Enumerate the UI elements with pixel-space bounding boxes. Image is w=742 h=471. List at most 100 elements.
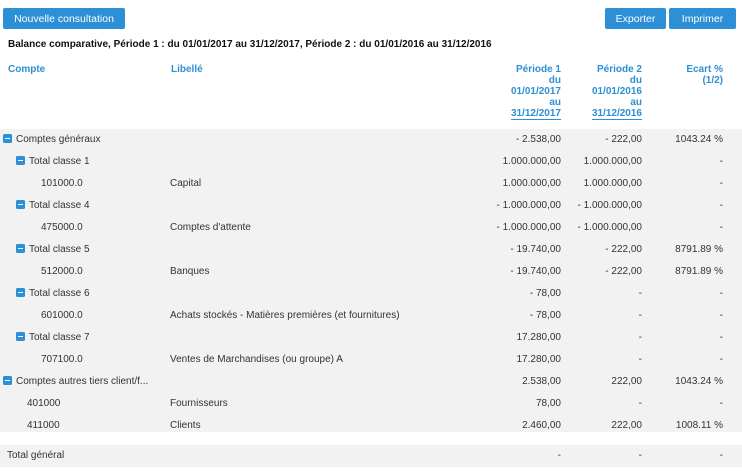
table-row: 101000.0 Capital 1.000.000,00 1.000.000,… [0, 173, 742, 195]
libelle-cell: Capital [170, 178, 202, 189]
column-header-libelle[interactable]: Libellé [171, 64, 203, 75]
header-p1-line: du [548, 75, 561, 86]
grand-total-label: Total général [7, 450, 65, 461]
column-header-compte[interactable]: Compte [8, 64, 45, 75]
balance-table: Comptes généraux - 2.538,00 - 222,00 104… [0, 129, 742, 432]
periode-2-cell: - 1.000.000,00 [577, 222, 643, 233]
compte-cell: Total classe 7 [0, 327, 165, 349]
header-p1-line: Période 1 [515, 64, 561, 75]
table-row: Total classe 1 1.000.000,00 1.000.000,00… [0, 151, 742, 173]
libelle-cell [170, 327, 490, 349]
ecart-cell: 1043.24 % [675, 376, 723, 387]
export-button[interactable]: Exporter [605, 8, 666, 29]
table-row: 401000 Fournisseurs 78,00 - - [0, 393, 742, 415]
ecart-cell: 8791.89 % [675, 266, 723, 277]
periode-1-cell: - 1.000.000,00 [496, 222, 562, 233]
periode-2-cell: - [638, 332, 642, 343]
periode-2-cell: - [638, 310, 642, 321]
compte-label: Total classe 4 [29, 200, 90, 211]
libelle-cell [170, 239, 490, 261]
header-p2-line: 31/12/2016 [570, 108, 642, 120]
periode-1-cell: - 78,00 [529, 288, 561, 299]
periode-1-cell: - 78,00 [529, 310, 561, 321]
grand-total-periode-2: - [638, 450, 642, 461]
periode-2-cell: 1.000.000,00 [583, 156, 642, 167]
libelle-cell [170, 371, 490, 393]
grand-total-periode-1: - [557, 450, 561, 461]
libelle-cell [170, 283, 490, 305]
compte-cell: 411000 [27, 420, 60, 431]
periode-1-cell: 17.280,00 [516, 354, 562, 365]
periode-1-cell: 78,00 [535, 398, 561, 409]
collapse-icon[interactable] [3, 375, 12, 385]
ecart-cell: 1008.11 % [675, 420, 723, 431]
libelle-cell: Comptes d'attente [170, 222, 251, 233]
periode-1-cell: 17.280,00 [516, 332, 562, 343]
ecart-cell: - [719, 200, 723, 211]
compte-cell: Total classe 5 [0, 239, 165, 261]
periode-2-cell: 222,00 [611, 376, 642, 387]
periode-2-cell: - [638, 288, 642, 299]
table-row: 707100.0 Ventes de Marchandises (ou grou… [0, 349, 742, 371]
ecart-cell: 8791.89 % [675, 244, 723, 255]
compte-label: Comptes généraux [16, 134, 101, 145]
periode-1-cell: 1.000.000,00 [502, 178, 561, 189]
ecart-cell: - [719, 178, 723, 189]
compte-cell: Total classe 6 [0, 283, 165, 305]
collapse-icon[interactable] [3, 133, 12, 143]
table-row: 475000.0 Comptes d'attente - 1.000.000,0… [0, 217, 742, 239]
compte-cell: 707100.0 [41, 354, 83, 365]
compte-label: Total classe 1 [29, 156, 90, 167]
libelle-cell [170, 129, 490, 151]
ecart-cell: - [719, 222, 723, 233]
compte-cell: 512000.0 [41, 266, 83, 277]
column-header-periode-2[interactable]: Période 2 du 01/01/2016 au 31/12/2016 [570, 64, 642, 120]
table-row: 601000.0 Achats stockés - Matières premi… [0, 305, 742, 327]
column-header-periode-1[interactable]: Période 1 du 01/01/2017 au 31/12/2017 [493, 64, 561, 120]
libelle-cell: Achats stockés - Matières premières (et … [170, 310, 400, 321]
collapse-icon[interactable] [16, 243, 25, 253]
periode-1-cell: - 2.538,00 [515, 134, 561, 145]
compte-cell: Comptes autres tiers client/f... [0, 371, 165, 393]
compte-cell: 475000.0 [41, 222, 83, 233]
report-title: Balance comparative, Période 1 : du 01/0… [8, 39, 492, 50]
periode-2-cell: - 222,00 [605, 244, 642, 255]
header-p1-line: 31/12/2017 [493, 108, 561, 120]
periode-2-cell: - 1.000.000,00 [577, 200, 643, 211]
header-p2-line: du [629, 75, 642, 86]
header-p2-line: 01/01/2016 [591, 86, 642, 97]
table-row: Comptes généraux - 2.538,00 - 222,00 104… [0, 129, 742, 151]
header-p2-date-end: 31/12/2016 [591, 108, 642, 120]
libelle-cell [170, 151, 490, 173]
compte-label: Total classe 7 [29, 332, 90, 343]
collapse-icon[interactable] [16, 155, 25, 165]
ecart-cell: - [719, 354, 723, 365]
periode-2-cell: 1.000.000,00 [583, 178, 642, 189]
periode-1-cell: - 1.000.000,00 [496, 200, 562, 211]
periode-1-cell: - 19.740,00 [510, 266, 561, 277]
compte-cell: Comptes généraux [0, 129, 165, 151]
print-button[interactable]: Imprimer [669, 8, 736, 29]
header-p2-line: au [630, 97, 642, 108]
header-ecart-line: (1/2) [702, 75, 723, 86]
table-row: 411000 Clients 2.460,00 222,00 1008.11 % [0, 415, 742, 437]
table-row: Total classe 4 - 1.000.000,00 - 1.000.00… [0, 195, 742, 217]
compte-cell: 101000.0 [41, 178, 83, 189]
collapse-icon[interactable] [16, 287, 25, 297]
ecart-cell: - [719, 332, 723, 343]
table-row: Total classe 5 - 19.740,00 - 222,00 8791… [0, 239, 742, 261]
column-header-ecart[interactable]: Ecart % (1/2) [663, 64, 723, 86]
compte-cell: Total classe 1 [0, 151, 165, 173]
periode-2-cell: - [638, 354, 642, 365]
ecart-cell: 1043.24 % [675, 134, 723, 145]
libelle-cell: Clients [170, 420, 201, 431]
periode-2-cell: 222,00 [611, 420, 642, 431]
header-p2-line: Période 2 [596, 64, 642, 75]
collapse-icon[interactable] [16, 331, 25, 341]
grand-total-ecart: - [719, 450, 723, 461]
header-p1-date-end: 31/12/2017 [510, 108, 561, 120]
collapse-icon[interactable] [16, 199, 25, 209]
table-row: Total classe 6 - 78,00 - - [0, 283, 742, 305]
periode-2-cell: - 222,00 [605, 266, 642, 277]
new-consultation-button[interactable]: Nouvelle consultation [3, 8, 125, 29]
